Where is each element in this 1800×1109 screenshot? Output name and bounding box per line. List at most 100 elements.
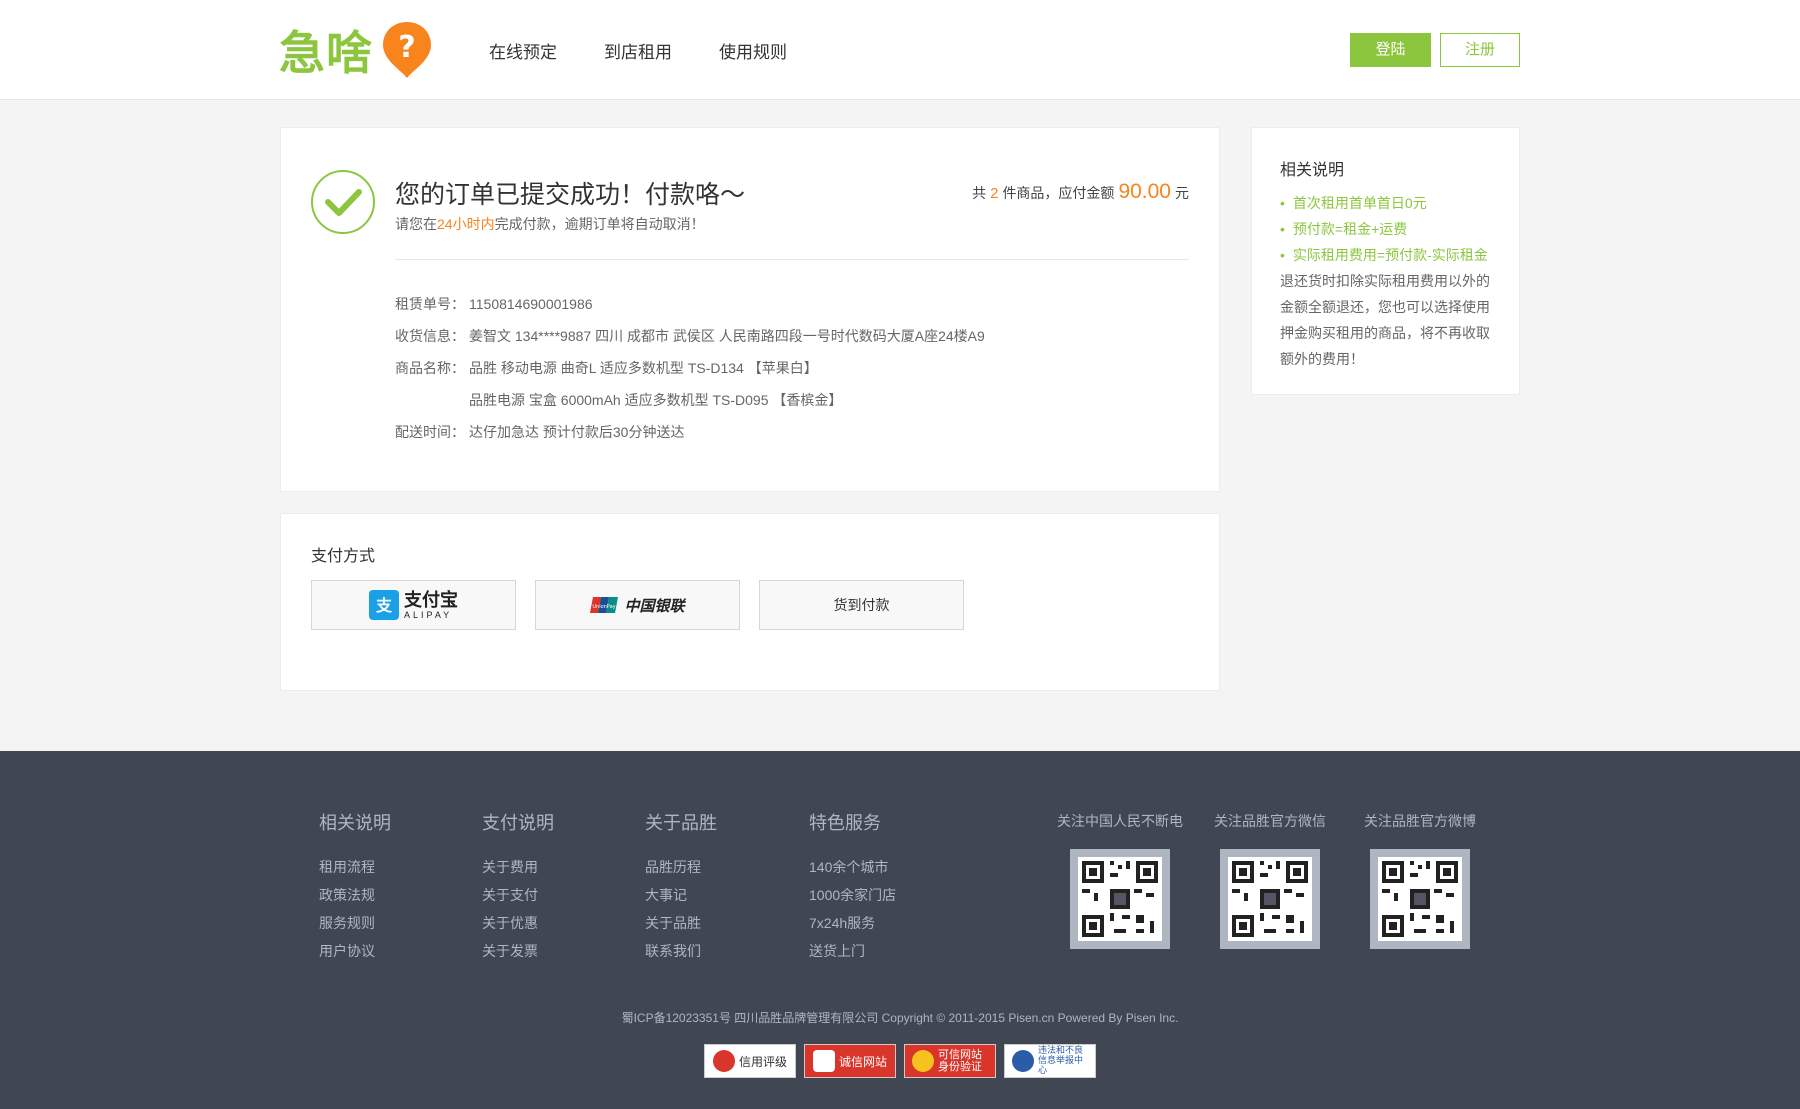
integrity-icon xyxy=(812,1050,835,1072)
qrcode-image xyxy=(1220,849,1320,949)
qrcode-image xyxy=(1370,849,1470,949)
footer-link[interactable]: 联系我们 xyxy=(645,937,717,965)
login-button[interactable]: 登陆 xyxy=(1350,33,1431,67)
svg-text:支: 支 xyxy=(375,596,393,615)
alipay-button[interactable]: 支 支付宝 ALIPAY xyxy=(311,580,516,630)
footer-link[interactable]: 关于费用 xyxy=(482,853,554,881)
footer-link[interactable]: 关于支付 xyxy=(482,881,554,909)
main-nav: 在线预定 到店租用 使用规则 xyxy=(489,38,834,63)
deadline-suffix: 完成付款，逾期订单将自动取消！ xyxy=(494,216,705,232)
footer-link[interactable]: 用户协议 xyxy=(319,937,391,965)
goods-item: 品胜 移动电源 曲奇L 适应多数机型 TS-D134 【苹果白】 xyxy=(469,360,818,376)
report-center-icon xyxy=(1012,1050,1034,1072)
total-unit: 元 xyxy=(1175,185,1189,201)
footer-column: 关于品胜 品胜历程 大事记 关于品胜 联系我们 xyxy=(645,809,717,965)
trusted-site-icon xyxy=(912,1050,934,1072)
footer-link[interactable]: 1000余家门店 xyxy=(809,881,896,909)
register-button[interactable]: 注册 xyxy=(1440,33,1520,67)
footer-column-title: 特色服务 xyxy=(809,813,881,833)
footer-link[interactable]: 服务规则 xyxy=(319,909,391,937)
footer-link[interactable]: 大事记 xyxy=(645,881,717,909)
logo-text: 急啥 xyxy=(279,26,373,80)
delivery-value: 达仔加急达 预计付款后30分钟送达 xyxy=(469,424,685,440)
footer-link[interactable]: 租用流程 xyxy=(319,853,391,881)
side-list-item: • 实际租用费用=预付款-实际租金 xyxy=(1280,247,1488,263)
divider xyxy=(395,259,1189,260)
qrcode-label: 关注中国人民不断电 xyxy=(1057,813,1183,829)
nav-item-store-rental[interactable]: 到店租用 xyxy=(604,38,672,63)
payment-panel: 支付方式 支 支付宝 ALIPAY UnionPay 中国银联 货到付款 xyxy=(280,513,1220,691)
unionpay-button[interactable]: UnionPay 中国银联 xyxy=(535,580,740,630)
unionpay-label: 中国银联 xyxy=(624,597,685,615)
footer-link[interactable]: 关于发票 xyxy=(482,937,554,965)
site-header: 急啥 ? 在线预定 到店租用 使用规则 登陆 注册 xyxy=(0,0,1800,100)
illegal-report-badge[interactable]: 违法和不良信息举报中心 xyxy=(1004,1044,1096,1078)
side-title: 相关说明 xyxy=(1280,162,1345,179)
nav-item-online-booking[interactable]: 在线预定 xyxy=(489,38,557,63)
footer-column-title: 关于品胜 xyxy=(645,813,717,833)
payment-title: 支付方式 xyxy=(311,548,376,565)
order-number-value: 1150814690001986 xyxy=(469,296,593,312)
nav-item-usage-rules[interactable]: 使用规则 xyxy=(719,38,787,63)
svg-text:?: ? xyxy=(398,30,415,65)
footer-link[interactable]: 送货上门 xyxy=(809,937,896,965)
footer-column: 特色服务 140余个城市 1000余家门店 7x24h服务 送货上门 xyxy=(809,809,896,965)
order-success-title: 您的订单已提交成功！付款咯～ xyxy=(395,181,746,209)
copyright-text: 蜀ICP备12023351号 四川品胜品牌管理有限公司 Copyright © … xyxy=(621,1011,1179,1025)
alipay-label: 支付宝 xyxy=(404,589,458,610)
footer-link[interactable]: 140余个城市 xyxy=(809,853,896,881)
order-payment-deadline: 请您在24小时内完成付款，逾期订单将自动取消！ xyxy=(395,214,705,234)
side-list-item: • 首次租用首单首日0元 xyxy=(1280,195,1427,211)
goods-row: 商品名称： 品胜 移动电源 曲奇L 适应多数机型 TS-D134 【苹果白】 xyxy=(395,352,985,384)
trust-badges: 信用评级 诚信网站 可信网站 身份验证 违法和不良信息举报中心 xyxy=(704,1044,1104,1078)
success-check-icon xyxy=(311,170,375,234)
qrcode-label: 关注品胜官方微信 xyxy=(1214,813,1326,829)
footer-link[interactable]: 政策法规 xyxy=(319,881,391,909)
svg-text:UnionPay: UnionPay xyxy=(593,604,616,610)
footer-column-title: 支付说明 xyxy=(482,813,554,833)
deadline-highlight: 24小时内 xyxy=(437,216,495,232)
credit-rating-badge[interactable]: 信用评级 xyxy=(704,1044,796,1078)
cash-on-delivery-button[interactable]: 货到付款 xyxy=(759,580,964,630)
site-footer: 相关说明 租用流程 政策法规 服务规则 用户协议 支付说明 关于费用 关于支付 … xyxy=(0,751,1800,1109)
delivery-label: 配送时间： xyxy=(395,424,465,440)
integrity-site-badge[interactable]: 诚信网站 xyxy=(804,1044,896,1078)
order-number-label: 租赁单号： xyxy=(395,296,465,312)
goods-label: 商品名称： xyxy=(395,360,465,376)
unionpay-icon: UnionPay xyxy=(590,595,620,615)
alipay-icon: 支 xyxy=(369,590,399,620)
footer-link[interactable]: 7x24h服务 xyxy=(809,909,896,937)
footer-column-title: 相关说明 xyxy=(319,813,391,833)
footer-link[interactable]: 关于优惠 xyxy=(482,909,554,937)
total-prefix: 共 xyxy=(972,185,987,201)
qrcode-block: 关注品胜官方微信 xyxy=(1205,811,1335,949)
address-value: 姜智文 134****9887 四川 成都市 武侯区 人民南路四段一号时代数码大… xyxy=(469,328,985,344)
footer-column: 支付说明 关于费用 关于支付 关于优惠 关于发票 xyxy=(482,809,554,965)
side-list: • 首次租用首单首日0元 • 预付款=租金+运费 • 实际租用费用=预付款-实际租金 … xyxy=(1280,190,1500,372)
credit-rating-icon xyxy=(712,1050,735,1072)
site-logo[interactable]: 急啥 ? xyxy=(279,20,433,80)
qrcode-block: 关注中国人民不断电 xyxy=(1055,811,1185,949)
total-item-count: 2 xyxy=(990,185,999,202)
alipay-sub: ALIPAY xyxy=(404,609,453,620)
qrcode-block: 关注品胜官方微博 xyxy=(1355,811,1485,949)
question-mark-icon: ? xyxy=(381,20,433,80)
side-list-item: • 预付款=租金+运费 xyxy=(1280,221,1408,237)
trusted-site-badge[interactable]: 可信网站 身份验证 xyxy=(904,1044,996,1078)
total-amount: 90.00 xyxy=(1118,180,1171,203)
order-total: 共 2 件商品，应付金额 90.00 元 xyxy=(972,180,1189,204)
order-number-row: 租赁单号： 1150814690001986 xyxy=(395,288,985,320)
delivery-row: 配送时间： 达仔加急达 预计付款后30分钟送达 xyxy=(395,416,985,448)
qrcode-image xyxy=(1070,849,1170,949)
related-notes-panel: 相关说明 • 首次租用首单首日0元 • 预付款=租金+运费 • 实际租用费用=预付款-… xyxy=(1251,127,1520,395)
address-row: 收货信息： 姜智文 134****9887 四川 成都市 武侯区 人民南路四段一… xyxy=(395,320,985,352)
order-details: 租赁单号： 1150814690001986 收货信息： 姜智文 134****… xyxy=(395,288,985,448)
qrcode-label: 关注品胜官方微博 xyxy=(1364,813,1476,829)
total-mid: 件商品，应付金额 xyxy=(1002,185,1115,201)
deadline-prefix: 请您在 xyxy=(395,216,437,232)
footer-link[interactable]: 关于品胜 xyxy=(645,909,717,937)
order-success-panel: 您的订单已提交成功！付款咯～ 请您在24小时内完成付款，逾期订单将自动取消！ 共… xyxy=(280,127,1220,492)
goods-row: 品胜电源 宝盒 6000mAh 适应多数机型 TS-D095 【香槟金】 xyxy=(395,384,985,416)
side-description: 退还货时扣除实际租用费用以外的金额全额退还，您也可以选择使用押金购买租用的商品，… xyxy=(1280,273,1490,367)
footer-link[interactable]: 品胜历程 xyxy=(645,853,717,881)
